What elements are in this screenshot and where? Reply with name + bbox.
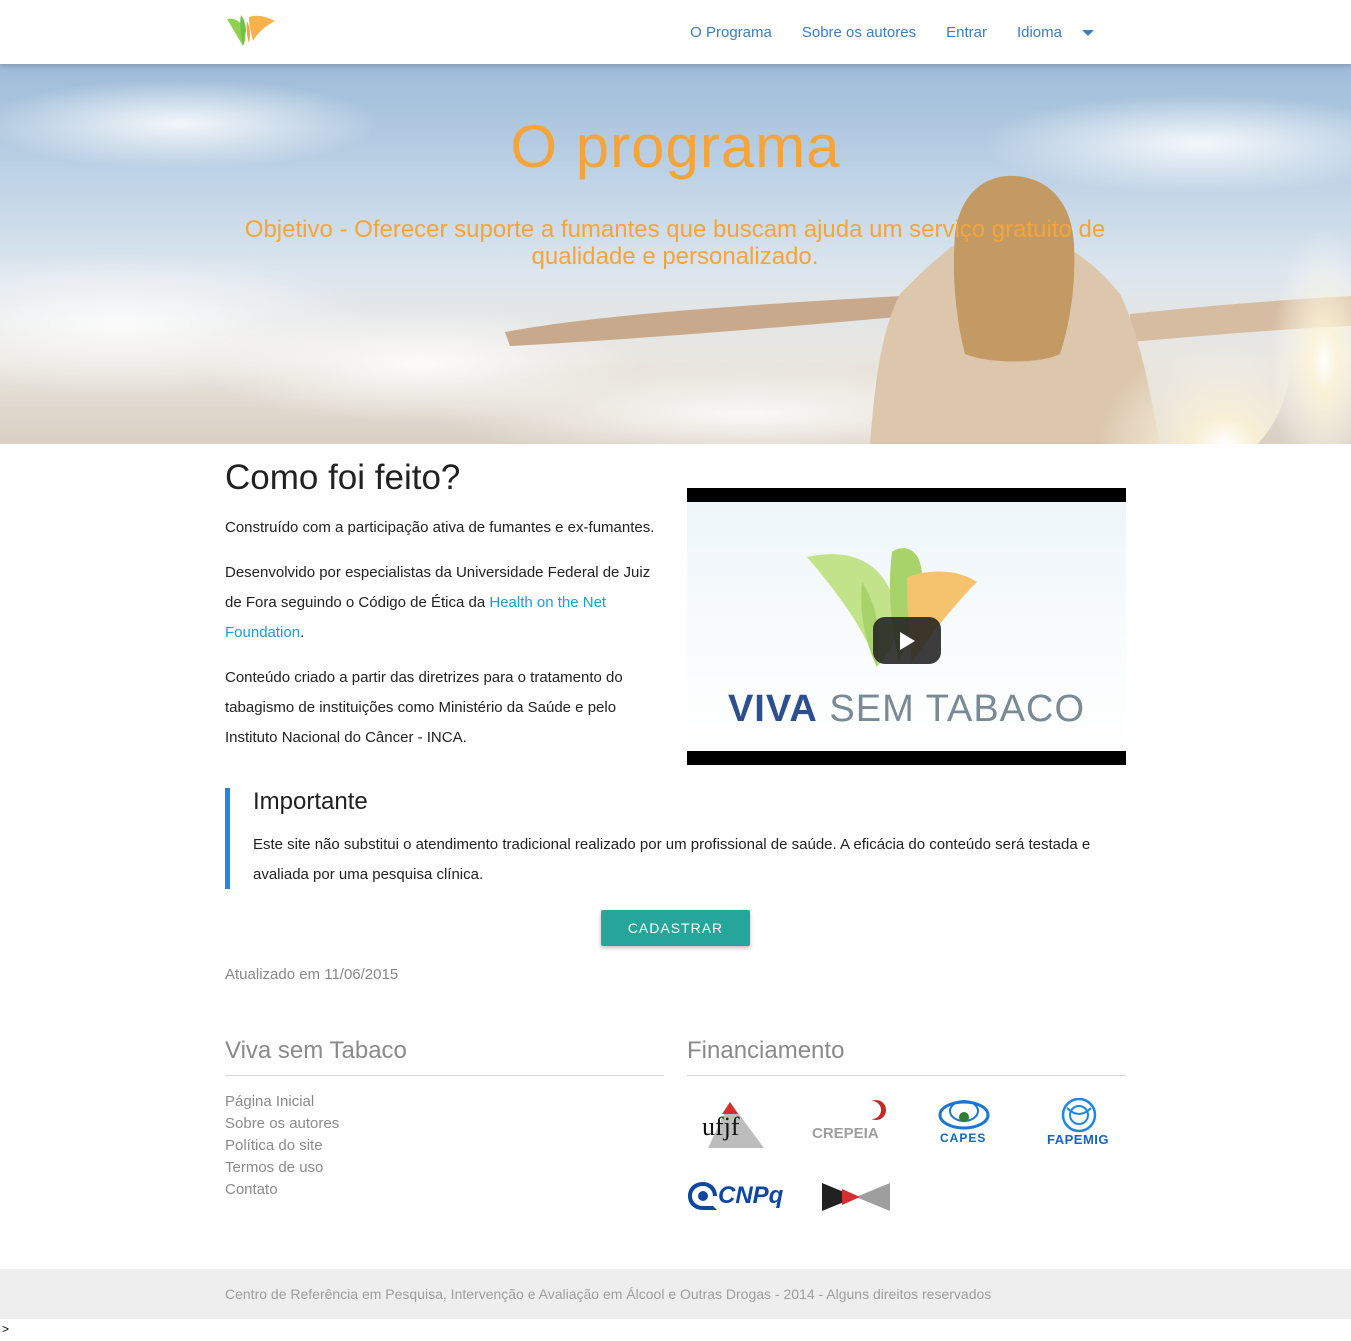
butterfly-logo-icon[interactable]: [225, 13, 277, 47]
updated-date: Atualizado em 11/06/2015: [225, 966, 399, 983]
important-title: Importante: [253, 788, 368, 815]
hero-title: O programa: [510, 113, 841, 180]
paragraph-content: Conteúdo criado a partir das diretrizes …: [225, 669, 623, 746]
top-navbar: O Programa Sobre os autores Entrar Idiom…: [0, 0, 1351, 64]
paragraph-developed: Desenvolvido por especialistas da Univer…: [225, 558, 665, 648]
important-notice: Importante Este site não substitui o ate…: [225, 788, 1130, 889]
cnpq-mark-icon: [688, 1182, 717, 1210]
nav-entrar[interactable]: Entrar: [946, 24, 987, 41]
caret-down-icon[interactable]: [1082, 30, 1094, 36]
video-thumbnail: VIVA SEM TABACO: [687, 502, 1126, 751]
cnpq-logo[interactable]: CNPq: [687, 1180, 787, 1212]
nav-o-programa[interactable]: O Programa: [690, 24, 772, 41]
crepeia-label: CREPEIA: [812, 1125, 879, 1142]
important-text: Este site não substitui o atendimento tr…: [253, 836, 1091, 883]
nav-sobre-os-autores[interactable]: Sobre os autores: [802, 24, 916, 41]
fourth-sponsor-logo[interactable]: [820, 1181, 892, 1213]
footer-link-contato[interactable]: Contato: [225, 1179, 339, 1201]
footer-divider-left: [225, 1075, 664, 1076]
footer-link-sobre-os-autores[interactable]: Sobre os autores: [225, 1113, 339, 1135]
footer-links: Página Inicial Sobre os autores Política…: [225, 1091, 339, 1201]
crepeia-logo[interactable]: CREPEIA: [812, 1098, 892, 1142]
cnpq-label: CNPq: [718, 1182, 784, 1209]
nav-menu: O Programa Sobre os autores Entrar Idiom…: [660, 0, 1102, 64]
footer-funding-title: Financiamento: [687, 1037, 845, 1064]
footer-link-termos[interactable]: Termos de uso: [225, 1157, 339, 1179]
capes-label: CAPES: [940, 1131, 987, 1145]
ufjf-label: ufjf: [702, 1112, 740, 1141]
copyright-text: Centro de Referência em Pesquisa, Interv…: [225, 1286, 992, 1302]
cadastrar-button[interactable]: CADASTRAR: [601, 910, 750, 946]
video-brand-text: VIVA SEM TABACO: [687, 688, 1126, 731]
ufjf-logo[interactable]: ufjf: [700, 1100, 770, 1152]
footer-divider-right: [687, 1075, 1126, 1076]
hero-banner: O programa Objetivo - Oferecer suporte a…: [0, 64, 1351, 444]
footer-site-title: Viva sem Tabaco: [225, 1037, 407, 1064]
arrows-emblem-icon: [822, 1183, 890, 1211]
video-player[interactable]: VIVA SEM TABACO: [687, 488, 1126, 765]
play-icon[interactable]: [873, 617, 941, 664]
footer-bar: Centro de Referência em Pesquisa, Interv…: [0, 1269, 1351, 1319]
section-title: Como foi feito?: [225, 458, 461, 497]
footer-link-pagina-inicial[interactable]: Página Inicial: [225, 1091, 339, 1113]
fapemig-label: FAPEMIG: [1047, 1132, 1110, 1147]
capes-logo[interactable]: CAPES: [938, 1097, 992, 1145]
fapemig-logo[interactable]: FAPEMIG: [1047, 1098, 1111, 1148]
stray-character: >: [2, 1322, 10, 1336]
video-brand-bold: VIVA: [727, 688, 818, 730]
footer-link-politica[interactable]: Política do site: [225, 1135, 339, 1157]
nav-idioma[interactable]: Idioma: [1017, 24, 1062, 41]
paragraph-developed-end: .: [300, 624, 305, 641]
capes-mark-icon: [938, 1100, 990, 1130]
paragraph-participation: Construído com a participação ativa de f…: [225, 519, 655, 536]
fapemig-mark-icon: [1061, 1098, 1097, 1133]
video-brand-rest: SEM TABACO: [817, 688, 1086, 730]
hero-subtitle: Objetivo - Oferecer suporte a fumantes q…: [244, 216, 1106, 270]
